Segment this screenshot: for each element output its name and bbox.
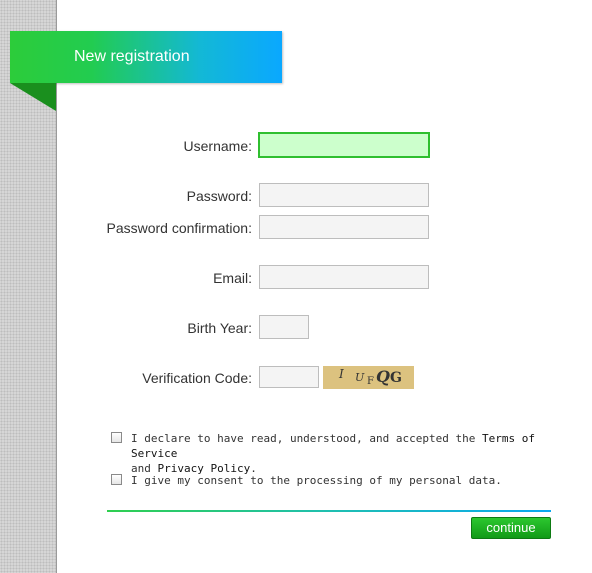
birth-year-label: Birth Year: <box>187 320 252 336</box>
username-label: Username: <box>183 138 252 154</box>
page-title: New registration <box>74 48 190 65</box>
terms-checkbox[interactable] <box>111 432 122 443</box>
captcha-char: U <box>355 371 365 384</box>
data-processing-text: I give my consent to the processing of m… <box>131 474 502 487</box>
password-confirmation-label: Password confirmation: <box>106 220 252 236</box>
captcha-char: F <box>367 376 374 387</box>
terms-consent-text: I declare to have read, understood, and … <box>131 431 551 476</box>
password-input[interactable] <box>259 183 429 207</box>
divider <box>107 510 551 512</box>
captcha-char: I <box>339 367 344 381</box>
email-label: Email: <box>213 270 252 286</box>
birth-year-input[interactable] <box>259 315 309 339</box>
ribbon-fold <box>10 83 56 111</box>
continue-button[interactable]: continue <box>471 517 551 539</box>
email-input[interactable] <box>259 265 429 289</box>
username-input[interactable] <box>258 132 430 158</box>
captcha-char: Q <box>376 367 390 386</box>
verification-code-input[interactable] <box>259 366 319 388</box>
password-confirmation-input[interactable] <box>259 215 429 239</box>
password-label: Password: <box>186 188 252 204</box>
verification-code-label: Verification Code: <box>142 370 252 386</box>
terms-text: I declare to have read, understood, and … <box>131 432 482 445</box>
captcha-char: G <box>390 370 402 386</box>
captcha-image: I U F Q G <box>323 366 414 389</box>
data-processing-checkbox[interactable] <box>111 474 122 485</box>
